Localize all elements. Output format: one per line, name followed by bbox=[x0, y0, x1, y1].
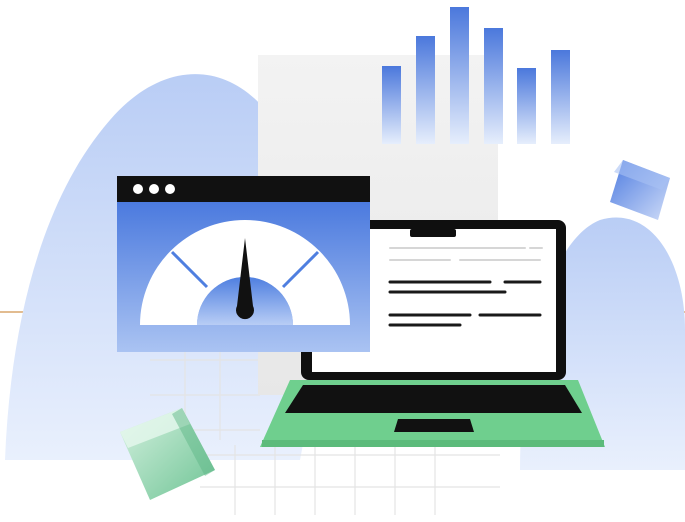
window-dot-2 bbox=[149, 184, 159, 194]
bar-3 bbox=[450, 7, 469, 144]
laptop-base-edge bbox=[262, 440, 604, 447]
bar-5 bbox=[517, 68, 536, 144]
laptop-notch bbox=[410, 229, 456, 237]
browser-window-icon bbox=[117, 176, 370, 352]
bar-6 bbox=[551, 50, 570, 144]
window-dot-3 bbox=[165, 184, 175, 194]
window-dot-1 bbox=[133, 184, 143, 194]
performance-illustration bbox=[0, 7, 685, 515]
bar-4 bbox=[484, 28, 503, 144]
laptop-keyboard bbox=[285, 385, 582, 413]
laptop-trackpad bbox=[394, 419, 474, 432]
cube-icon bbox=[610, 160, 670, 220]
bar-2 bbox=[416, 36, 435, 144]
bar-1 bbox=[382, 66, 401, 144]
